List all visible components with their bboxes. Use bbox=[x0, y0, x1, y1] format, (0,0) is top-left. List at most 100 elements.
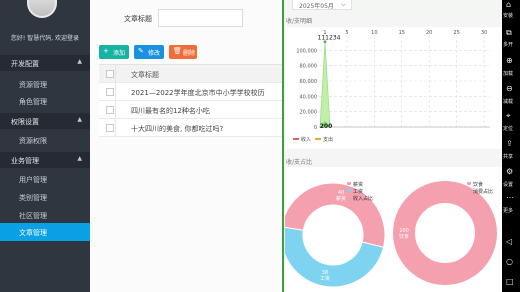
table-cell-title: 四川最有名的12种名小吃 bbox=[131, 107, 210, 115]
sys-label-more: 更多 bbox=[503, 208, 514, 214]
legend-entry: 饮食 bbox=[473, 181, 483, 188]
chart-panel: 2025年05月 ⌵ 收/支明细 0 20,000 40,000 60,000 80,0… bbox=[280, 0, 502, 292]
chevron-up-icon: ▲ bbox=[77, 58, 82, 65]
y-tick-label: 20,000 bbox=[300, 110, 318, 116]
sidebar-item-user-manage[interactable]: 用户管理 bbox=[0, 170, 90, 188]
sidebar-item-resource-manage[interactable]: 资源管理 bbox=[0, 75, 90, 93]
slice-label: 饮食 bbox=[399, 233, 409, 240]
sidebar-item-role-manage[interactable]: 角色管理 bbox=[0, 92, 90, 110]
more-dots-icon[interactable]: ⋯ bbox=[506, 193, 514, 202]
nav-home-icon[interactable]: ○ bbox=[506, 257, 513, 266]
slice-label: 工资 bbox=[320, 275, 330, 282]
slice-label: 薪资 bbox=[336, 195, 346, 202]
x-tick-label: 5 bbox=[345, 30, 348, 36]
data-label-income: 200 bbox=[320, 123, 333, 130]
load-icon[interactable]: ⊕ bbox=[506, 56, 513, 65]
settings-gear-icon[interactable]: ⚙ bbox=[506, 167, 513, 176]
x-tick-label: 15 bbox=[399, 30, 405, 36]
sidebar-item-resource-permission[interactable]: 资源权限 bbox=[0, 131, 90, 149]
trash-icon: 🗑 bbox=[173, 47, 182, 55]
sys-label-share: 共享 bbox=[503, 154, 514, 160]
ratio-chart-card: 40 薪资 38 工资 100 饮食 薪资 工资 收入占比 饮食 消费占比 bbox=[280, 167, 502, 292]
table-cell-title: 2021—2022学年度北京市中小学学校校历 bbox=[131, 89, 265, 97]
legend-marker-expense bbox=[315, 138, 321, 140]
legend-entry: 消费占比 bbox=[473, 188, 493, 195]
share-icon[interactable]: ⇪ bbox=[506, 139, 513, 148]
x-tick-label: 10 bbox=[371, 30, 377, 36]
menu-group-dev-config[interactable]: 开发配置 ▲ bbox=[0, 55, 90, 71]
month-selector[interactable]: 2025年05月 ⌵ bbox=[292, 0, 352, 10]
x-tick-label: 25 bbox=[453, 30, 459, 36]
chevron-up-icon: ▲ bbox=[77, 155, 82, 162]
pie-chart-title: 收/支占比 bbox=[286, 159, 313, 166]
sys-label-install: 安装 bbox=[503, 13, 514, 19]
app-root: 您好! 智慧代码, 欢迎登录 开发配置 ▲ 资源管理 角色管理 权限设置 ▲ 资… bbox=[0, 0, 520, 292]
table-row[interactable]: 十大四川的美食, 你都吃过吗? bbox=[99, 119, 282, 137]
y-tick-label: 60,000 bbox=[300, 79, 318, 85]
legend-entry: 工资 bbox=[353, 188, 363, 195]
row-checkbox[interactable] bbox=[106, 106, 114, 114]
search-label: 文章标题 bbox=[124, 15, 152, 23]
chevron-up-icon: ▲ bbox=[77, 116, 82, 123]
sys-label-unload: 减载 bbox=[503, 99, 514, 105]
table-row[interactable]: 四川最有名的12种名小吃 bbox=[99, 101, 282, 119]
legend-entry: 收入占比 bbox=[353, 195, 373, 202]
sys-label-locate: 定位 bbox=[503, 126, 514, 132]
table-header-row: 文章标题 bbox=[99, 65, 282, 83]
sys-label-multi: 多开 bbox=[503, 42, 514, 48]
nav-back-icon[interactable]: ◁ bbox=[506, 237, 512, 246]
x-tick-label: 20 bbox=[426, 30, 432, 36]
y-tick-label: 0 bbox=[314, 125, 317, 131]
menu-group-business[interactable]: 业务管理 ▲ bbox=[0, 152, 90, 168]
welcome-text: 您好! 智慧代码, 欢迎登录 bbox=[10, 35, 80, 42]
article-table: 文章标题 2021—2022学年度北京市中小学学校校历 四川最有名的12种名小吃… bbox=[99, 64, 282, 137]
legend-marker bbox=[347, 182, 351, 185]
sidebar-item-article-manage[interactable]: 文章管理 bbox=[0, 223, 90, 241]
table-cell-title: 十大四川的美食, 你都吃过吗? bbox=[131, 125, 224, 133]
income-expense-area-chart: 020,00040,00060,00080,000100,0001 5 10 15 20… bbox=[293, 30, 490, 143]
pencil-icon: ✎ bbox=[138, 47, 144, 55]
system-toolbar: ⌂ 安装 ⧉ 多开 ⊕ 加载 ⊖ 减载 ⌖ 定位 ⇪ 共享 ⚙ 设置 ⋯ 更多 … bbox=[502, 0, 520, 292]
row-checkbox[interactable] bbox=[106, 124, 114, 132]
legend-entry: 薪资 bbox=[353, 181, 363, 188]
content-area: 文章标题 + 添加 ✎ 修改 🗑 删除 文章标题 2021—2022学年度北京市… bbox=[90, 0, 282, 292]
plus-icon: + bbox=[103, 47, 109, 55]
sys-label-load: 加载 bbox=[503, 71, 514, 77]
y-tick-label: 80,000 bbox=[300, 64, 318, 70]
select-all-checkbox[interactable] bbox=[106, 70, 114, 78]
legend-marker bbox=[347, 189, 351, 192]
expense-area bbox=[319, 41, 331, 128]
delete-button[interactable]: 🗑 删除 bbox=[169, 45, 197, 59]
add-button[interactable]: + 添加 bbox=[99, 45, 129, 59]
multi-open-icon[interactable]: ⧉ bbox=[506, 28, 512, 38]
column-header-title: 文章标题 bbox=[131, 71, 159, 79]
legend-income: 收入 bbox=[301, 136, 311, 143]
chevron-down-icon: ⌵ bbox=[341, 1, 346, 8]
income-expense-chart-card: 0 20,000 40,000 60,000 80,000 100,000 1 5 10 15 20… bbox=[285, 27, 502, 149]
menu-group-permission[interactable]: 权限设置 ▲ bbox=[0, 113, 90, 129]
legend-expense: 支出 bbox=[323, 136, 333, 143]
sidebar-item-category-manage[interactable]: 类别管理 bbox=[0, 188, 90, 206]
legend-marker bbox=[467, 182, 471, 185]
donut-slice-2-0 bbox=[393, 181, 497, 285]
y-tick-label: 100,000 bbox=[296, 48, 317, 54]
install-icon[interactable]: ⌂ bbox=[506, 0, 511, 9]
sys-label-settings: 设置 bbox=[503, 182, 514, 188]
nav-recents-icon[interactable]: □ bbox=[506, 277, 514, 286]
sidebar: 您好! 智慧代码, 欢迎登录 开发配置 ▲ 资源管理 角色管理 权限设置 ▲ 资… bbox=[0, 0, 90, 292]
legend-marker-income bbox=[293, 138, 299, 140]
bar-chart-title: 收/支明细 bbox=[286, 18, 313, 25]
avatar[interactable] bbox=[27, 0, 57, 18]
row-checkbox[interactable] bbox=[106, 88, 114, 96]
location-pin-icon[interactable]: ⌖ bbox=[506, 111, 511, 121]
article-title-search-input[interactable] bbox=[158, 9, 243, 27]
table-row[interactable]: 2021—2022学年度北京市中小学学校校历 bbox=[99, 83, 282, 101]
table-column-divider bbox=[115, 64, 116, 136]
data-label-expense: 111234 bbox=[318, 35, 341, 42]
sidebar-item-community-manage[interactable]: 社区管理 bbox=[0, 206, 90, 224]
income-expense-ratio-chart: 40薪资38工资100饮食薪资工资收入占比饮食消费占比 bbox=[280, 181, 497, 288]
y-tick-label: 40,000 bbox=[300, 94, 318, 100]
x-tick-label: 30 bbox=[481, 30, 487, 36]
unload-icon[interactable]: ⊖ bbox=[506, 84, 513, 93]
edit-button[interactable]: ✎ 修改 bbox=[134, 45, 164, 59]
